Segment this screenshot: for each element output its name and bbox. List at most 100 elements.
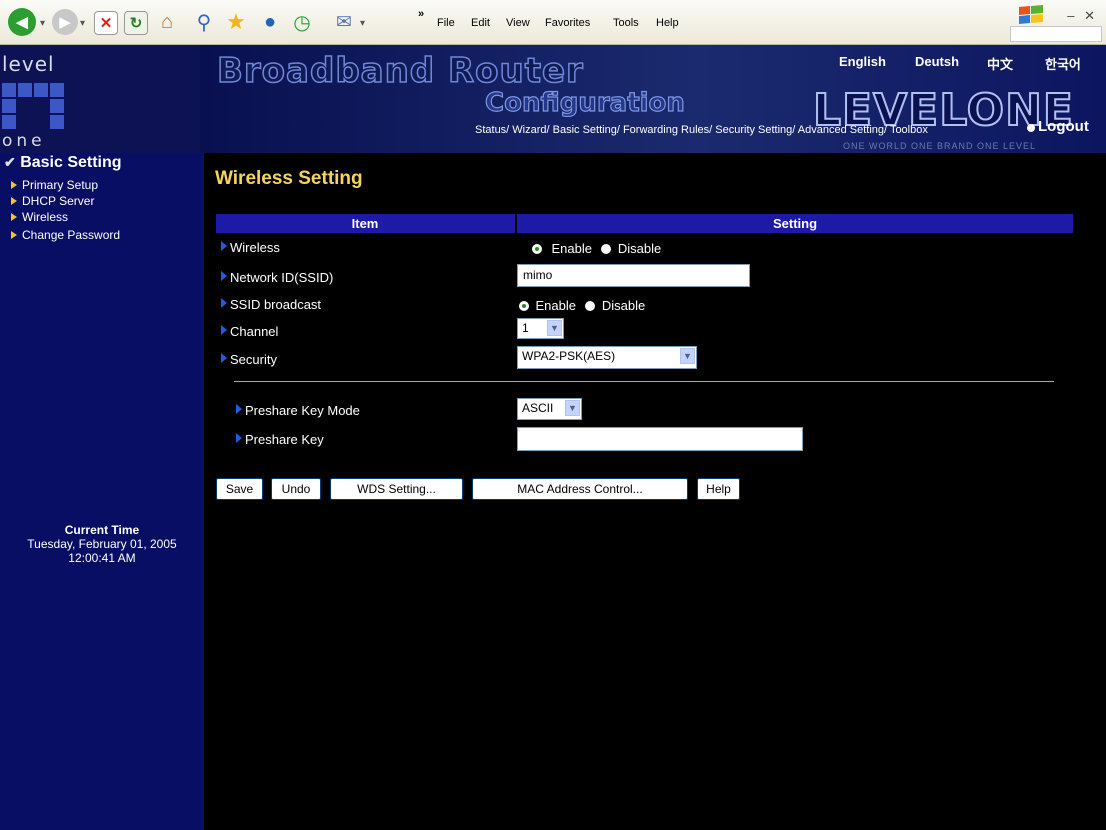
mac-address-control-button[interactable]: MAC Address Control... [472, 478, 688, 500]
broadcast-radio-group: Enable Disable [519, 297, 645, 315]
save-button[interactable]: Save [216, 478, 263, 500]
wireless-disable-radio[interactable] [601, 244, 612, 254]
ssid-input[interactable]: mimo [517, 264, 750, 287]
sidebar-item-primary-setup[interactable]: Primary Setup [11, 178, 98, 192]
channel-select[interactable]: 1 ▼ [517, 318, 564, 339]
column-header-setting: Setting [772, 216, 818, 231]
column-header-item: Item [351, 216, 379, 231]
lang-korean-link[interactable]: 한국어 [1045, 54, 1081, 73]
current-clock: 12:00:41 AM [68, 551, 136, 565]
browser-toolbar: ◀ ▾ ▶ ▾ ✕ ↻ ⌂ ⚲ ★ ● ◷ ✉ ▾ » File Edit Vi… [0, 0, 1106, 45]
mail-dropdown-icon[interactable]: ▾ [360, 18, 365, 29]
wds-setting-button[interactable]: WDS Setting... [330, 478, 463, 500]
undo-button[interactable]: Undo [271, 478, 321, 500]
help-button[interactable]: Help [697, 478, 740, 500]
back-icon[interactable]: ◀ [8, 8, 36, 36]
forward-icon[interactable]: ▶ [52, 9, 78, 35]
favorites-star-icon[interactable]: ★ [223, 9, 249, 35]
forward-dropdown-icon[interactable]: ▾ [80, 18, 85, 29]
toolbar-chevron[interactable]: » [418, 8, 424, 20]
home-icon[interactable]: ⌂ [154, 9, 180, 35]
media-icon[interactable]: ● [257, 9, 283, 35]
menu-help[interactable]: Help [656, 17, 679, 29]
top-nav-links[interactable]: Status/ Wizard/ Basic Setting/ Forwardin… [475, 124, 928, 136]
current-time-label: Current Time [64, 523, 140, 537]
row-arrow-icon [221, 298, 227, 308]
preshare-key-input[interactable] [517, 427, 803, 451]
broadcast-enable-label: Enable [535, 298, 576, 313]
key-mode-select[interactable]: ASCII ▼ [517, 398, 582, 420]
menu-favorites[interactable]: Favorites [545, 17, 590, 29]
row-label-ssid: Network ID(SSID) [221, 270, 333, 285]
row-arrow-icon [236, 433, 242, 443]
refresh-icon[interactable]: ↻ [124, 11, 148, 35]
label-text: Channel [230, 324, 279, 339]
banner-subtitle: Configuration [484, 87, 685, 118]
row-label-channel: Channel [221, 324, 278, 339]
stop-icon[interactable]: ✕ [94, 11, 118, 35]
chevron-down-icon[interactable]: ▼ [565, 400, 580, 416]
sidebar-title: ✔ Basic Setting [4, 154, 122, 172]
back-dropdown-icon[interactable]: ▾ [40, 18, 45, 29]
sidebar-item-label: DHCP Server [22, 194, 95, 208]
arrow-icon [11, 231, 17, 239]
broadcast-disable-radio[interactable] [585, 301, 596, 311]
security-value: WPA2-PSK(AES) [522, 349, 616, 363]
wireless-disable-label: Disable [617, 241, 662, 256]
broadcast-enable-radio[interactable] [519, 301, 529, 311]
sidebar-item-wireless[interactable]: Wireless [11, 210, 68, 224]
row-arrow-icon [221, 325, 227, 335]
current-time-box: Current Time Tuesday, February 01, 2005 … [0, 523, 204, 565]
sidebar-item-dhcp-server[interactable]: DHCP Server [11, 194, 94, 208]
menu-tools[interactable]: Tools [613, 17, 639, 29]
row-label-security: Security [221, 352, 277, 367]
label-text: Preshare Key [245, 432, 324, 447]
menu-edit[interactable]: Edit [471, 17, 490, 29]
logout-bullet-icon [1027, 124, 1035, 132]
brand-slogan: ONE WORLD ONE BRAND ONE LEVEL [843, 141, 1037, 151]
logo-level-text: level [2, 52, 55, 76]
router-banner: level one Broadband Router Configuration… [0, 45, 1106, 153]
window-controls[interactable]: – ✕ [1067, 8, 1098, 24]
channel-value: 1 [522, 321, 529, 335]
checkmark-icon: ✔ [4, 154, 16, 170]
lang-deutsh-link[interactable]: Deutsh [915, 54, 959, 69]
sidebar-item-change-password[interactable]: Change Password [11, 228, 120, 242]
wireless-enable-label: Enable [551, 241, 592, 256]
arrow-icon [11, 213, 17, 221]
row-label-preshare-key: Preshare Key [236, 432, 324, 447]
key-mode-value: ASCII [522, 401, 554, 415]
row-arrow-icon [221, 271, 227, 281]
mail-icon[interactable]: ✉ [331, 9, 357, 35]
row-arrow-icon [221, 241, 227, 251]
chevron-down-icon[interactable]: ▼ [680, 348, 695, 364]
sidebar: ✔ Basic Setting Primary Setup DHCP Serve… [0, 153, 204, 830]
section-divider [234, 381, 1054, 382]
row-label-key-mode: Preshare Key Mode [236, 403, 360, 418]
lang-english-link[interactable]: English [839, 54, 886, 69]
banner-title: Broadband Router [216, 50, 584, 92]
lang-chinese-link[interactable]: 中文 [987, 54, 1013, 73]
history-icon[interactable]: ◷ [289, 9, 315, 35]
sidebar-item-label: Change Password [22, 228, 121, 242]
menu-view[interactable]: View [506, 17, 530, 29]
row-label-wireless: Wireless [221, 240, 280, 255]
wireless-enable-radio[interactable] [532, 244, 542, 254]
label-text: Wireless [230, 240, 280, 255]
level-one-logo: level one [0, 45, 200, 153]
table-header: Item Setting [216, 214, 1073, 233]
search-icon[interactable]: ⚲ [191, 9, 217, 35]
broadcast-disable-label: Disable [601, 298, 646, 313]
security-select[interactable]: WPA2-PSK(AES) ▼ [517, 346, 697, 369]
menu-file[interactable]: File [437, 17, 455, 29]
current-date: Tuesday, February 01, 2005 [27, 537, 177, 551]
logo-one-text: one [2, 131, 46, 151]
label-text: Network ID(SSID) [230, 270, 334, 285]
chevron-down-icon[interactable]: ▼ [547, 320, 562, 336]
label-text: Preshare Key Mode [245, 403, 360, 418]
row-arrow-icon [236, 404, 242, 414]
logout-link[interactable]: Logout [1038, 118, 1089, 135]
address-field[interactable] [1010, 26, 1102, 42]
label-text: SSID broadcast [230, 297, 322, 312]
arrow-icon [11, 197, 17, 205]
